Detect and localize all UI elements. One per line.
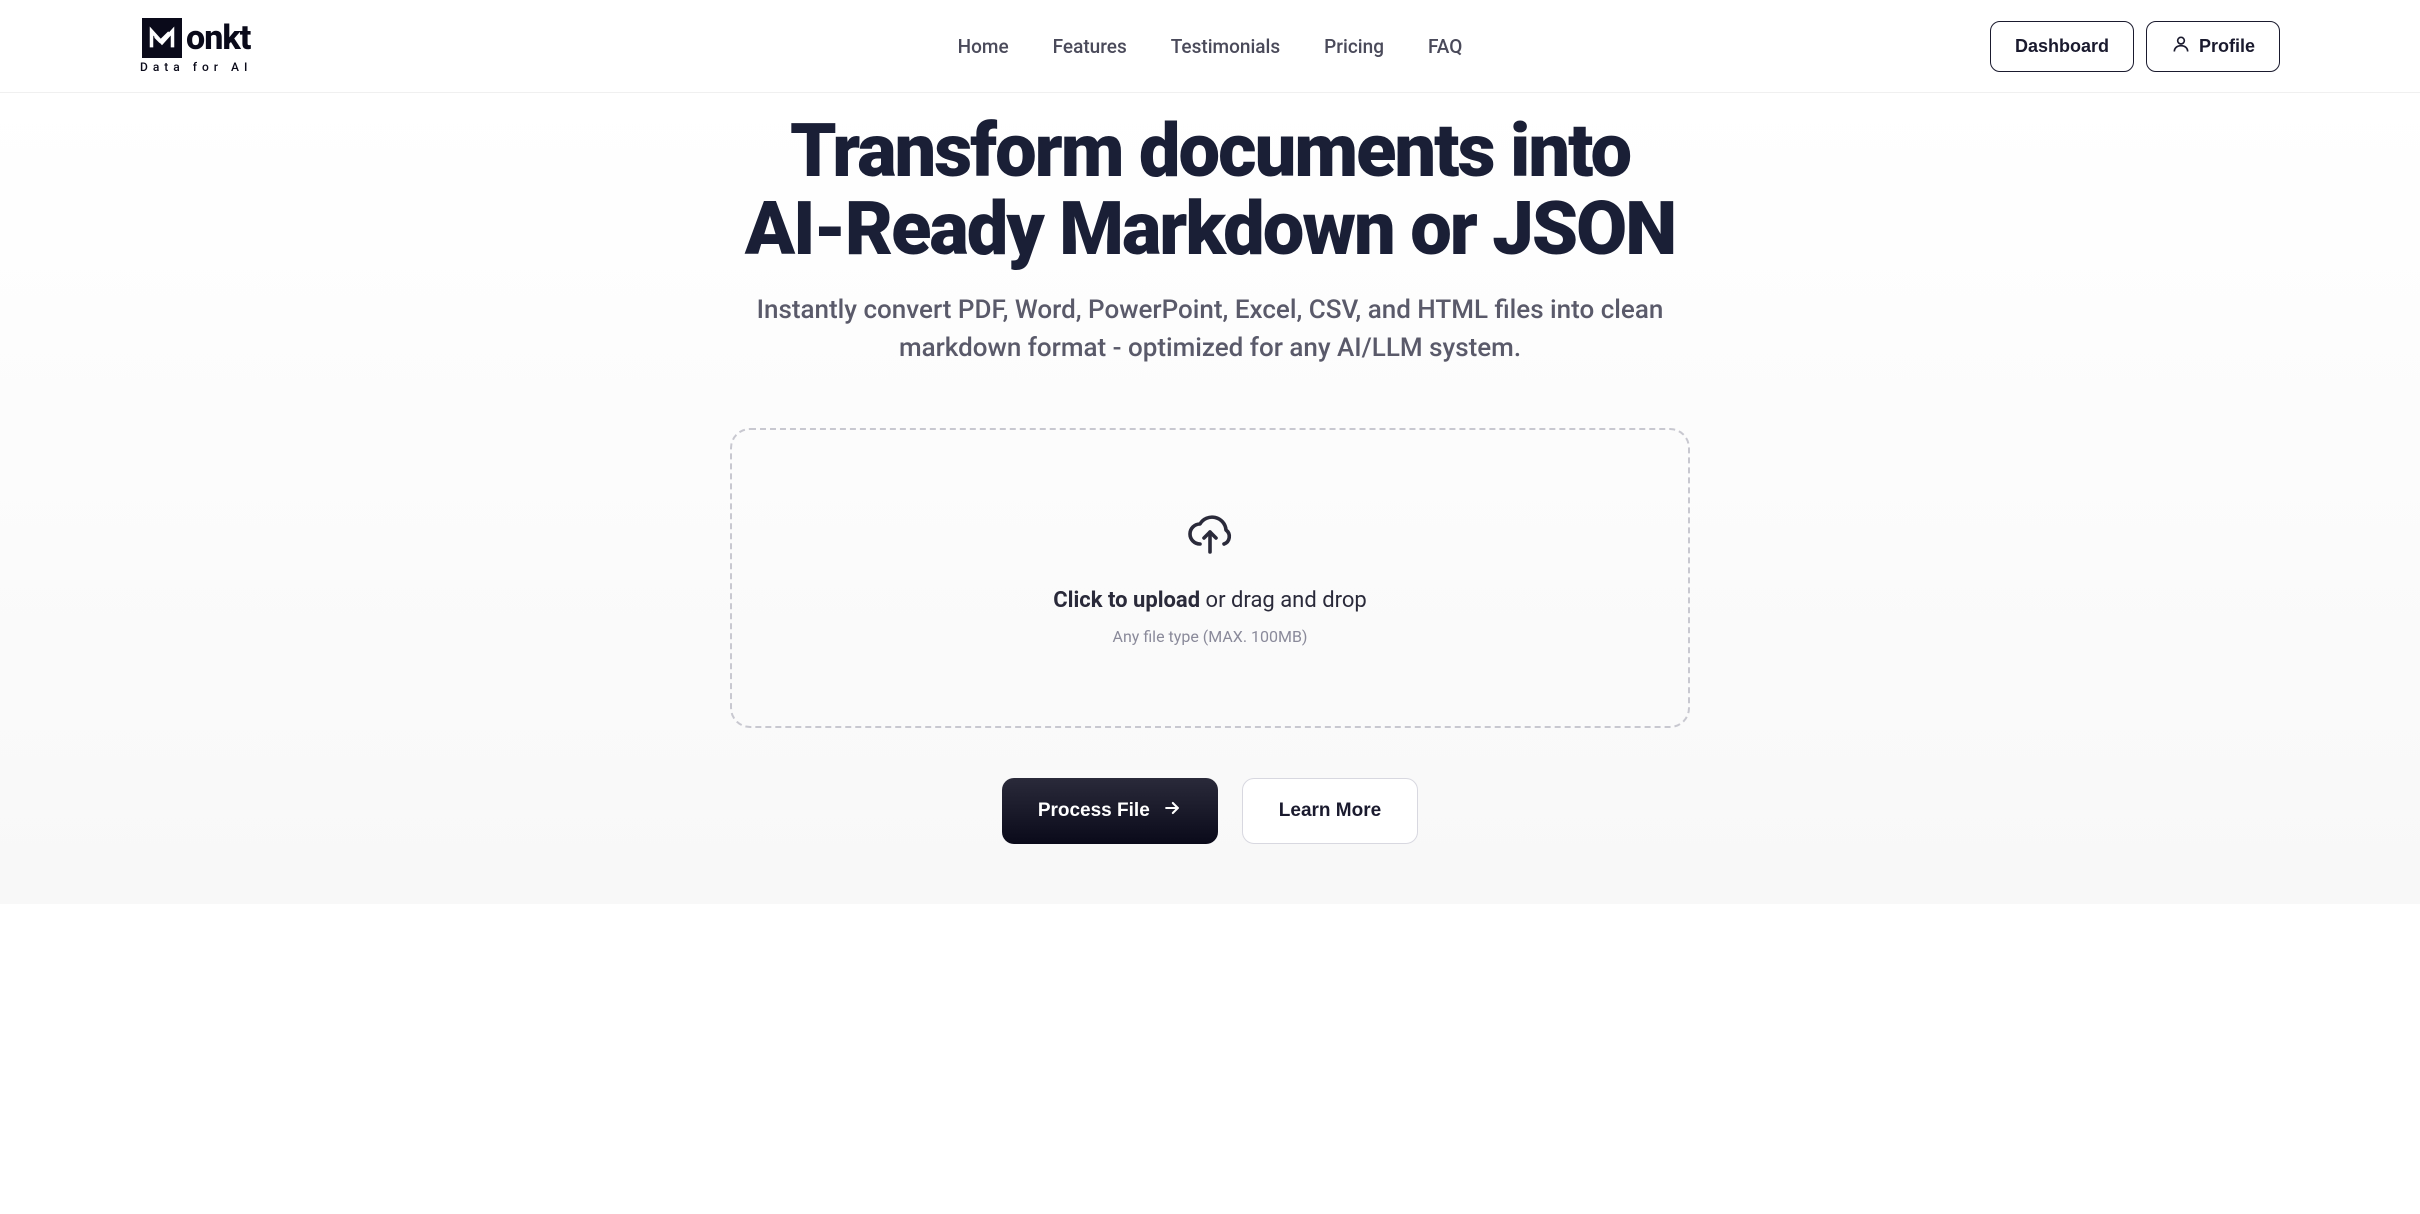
hero-title: Transform documents into AI-Ready Markdo… [0,113,2420,268]
logo-icon [142,18,182,58]
header-actions: Dashboard Profile [1990,21,2280,72]
process-file-label: Process File [1038,800,1150,822]
dashboard-button[interactable]: Dashboard [1990,21,2134,72]
upload-text-bold: Click to upload [1053,588,1200,613]
header: onkt Data for AI Home Features Testimoni… [0,0,2420,93]
logo[interactable]: onkt Data for AI [140,18,252,74]
upload-text: Click to upload or drag and drop [772,588,1648,613]
logo-brand-text: onkt [186,18,250,58]
logo-main: onkt [142,18,250,58]
user-icon [2171,34,2191,59]
process-file-button[interactable]: Process File [1002,778,1218,844]
hero-title-line1: Transform documents into [790,108,1630,195]
upload-text-rest: or drag and drop [1200,588,1367,613]
learn-more-button[interactable]: Learn More [1242,778,1418,844]
cloud-upload-icon [1186,510,1234,558]
cta-row: Process File Learn More [0,778,2420,844]
profile-label: Profile [2199,36,2255,57]
nav-pricing[interactable]: Pricing [1324,35,1384,58]
nav-faq[interactable]: FAQ [1428,35,1462,58]
hero-title-line2: AI-Ready Markdown or JSON [745,186,1675,273]
nav-features[interactable]: Features [1053,35,1127,58]
nav-home[interactable]: Home [958,35,1009,58]
main-nav: Home Features Testimonials Pricing FAQ [958,35,1463,58]
upload-hint: Any file type (MAX. 100MB) [772,627,1648,646]
dashboard-label: Dashboard [2015,36,2109,57]
nav-testimonials[interactable]: Testimonials [1171,35,1280,58]
arrow-right-icon [1162,798,1182,824]
profile-button[interactable]: Profile [2146,21,2280,72]
hero-subtitle: Instantly convert PDF, Word, PowerPoint,… [710,292,1710,367]
logo-tagline: Data for AI [140,60,252,74]
learn-more-label: Learn More [1279,800,1381,821]
hero-section: Transform documents into AI-Ready Markdo… [0,93,2420,904]
upload-dropzone[interactable]: Click to upload or drag and drop Any fil… [730,428,1690,728]
